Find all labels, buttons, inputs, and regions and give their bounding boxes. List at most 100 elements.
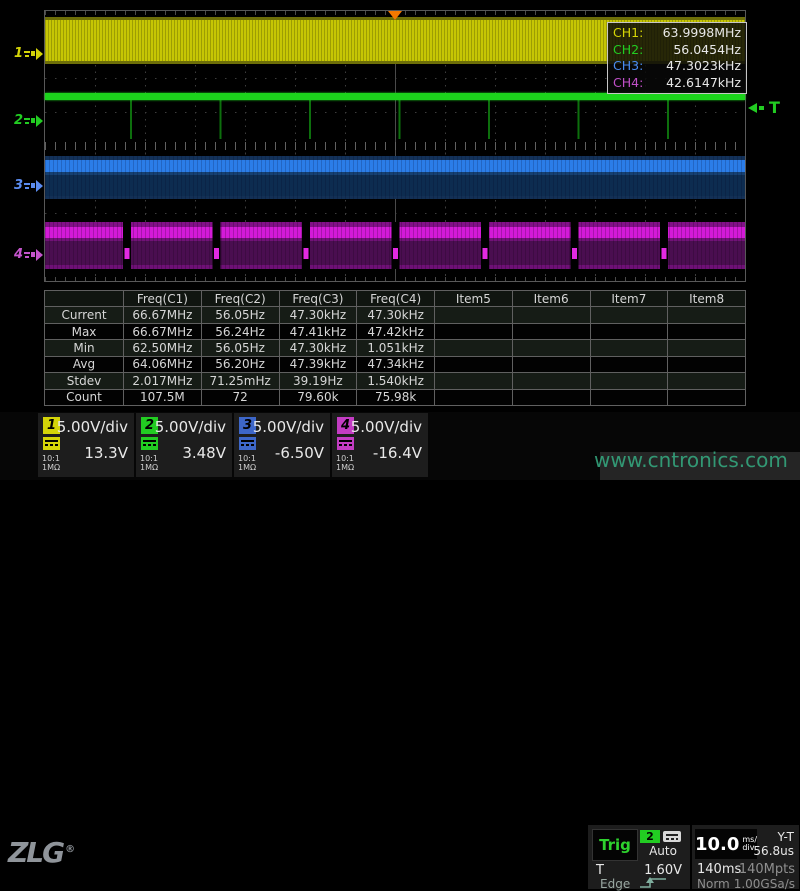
- ch4-settings-block[interactable]: 4 10:1 1MΩ 5.00V/div -16.4V: [332, 413, 428, 477]
- cell: [512, 356, 590, 372]
- header-item8: Item8: [668, 291, 746, 307]
- ch3-marker-label: 3: [14, 179, 23, 192]
- probe-impedance: 1MΩ: [336, 463, 354, 472]
- ch2-offset: 3.48V: [182, 444, 226, 462]
- measure-row: CH2: 56.0454Hz: [613, 42, 741, 59]
- memory-depth: 140Mpts: [739, 862, 795, 877]
- ch4-measure-label: CH4:: [613, 75, 643, 92]
- grid-center-ticks: [45, 142, 745, 150]
- trigger-level-prefix: T: [596, 863, 604, 878]
- cell: [512, 389, 590, 405]
- header-freq-c1: Freq(C1): [124, 291, 202, 307]
- ch2-settings-block[interactable]: 2 10:1 1MΩ 5.00V/div 3.48V: [136, 413, 232, 477]
- cell: [590, 389, 668, 405]
- cell: 56.05Hz: [201, 307, 279, 323]
- grid-bottom-ticks: [45, 277, 745, 281]
- ch4-marker-label: 4: [14, 248, 23, 261]
- ch2-scale: 5.00V/div: [155, 418, 226, 436]
- ch3-measure-label: CH3:: [613, 58, 643, 75]
- measurement-statistics-table: Freq(C1) Freq(C2) Freq(C3) Freq(C4) Item…: [44, 290, 746, 406]
- table-header-row: Freq(C1) Freq(C2) Freq(C3) Freq(C4) Item…: [45, 291, 746, 307]
- ch1-probe-info: 10:1 1MΩ: [42, 454, 60, 472]
- trigger-level-marker[interactable]: T: [748, 100, 780, 116]
- probe-impedance: 1MΩ: [42, 463, 60, 472]
- ch1-offset: 13.3V: [84, 444, 128, 462]
- table-row: Count 107.5M 72 79.60k 75.98k: [45, 389, 746, 405]
- ch2-marker-label: 2: [14, 114, 23, 127]
- horizontal-delay: 56.8us: [753, 844, 794, 858]
- ch1-ground-marker[interactable]: 1: [10, 46, 43, 61]
- table-row: Min 62.50MHz 56.05Hz 47.30kHz 1.051kHz: [45, 340, 746, 356]
- ch3-waveform: [45, 156, 745, 199]
- cell: 66.67MHz: [124, 323, 202, 339]
- trigger-source-channel[interactable]: 2: [640, 830, 660, 843]
- cell: 66.67MHz: [124, 307, 202, 323]
- header-item6: Item6: [512, 291, 590, 307]
- timebase-scale: 10.0: [695, 834, 739, 855]
- header-blank: [45, 291, 124, 307]
- ch3-settings-block[interactable]: 3 10:1 1MΩ 5.00V/div -6.50V: [234, 413, 330, 477]
- cell: 2.017MHz: [124, 373, 202, 389]
- cell: 75.98k: [357, 389, 435, 405]
- probe-impedance: 1MΩ: [140, 463, 158, 472]
- cell: [512, 373, 590, 389]
- ground-icon: [24, 251, 30, 259]
- row-label: Count: [45, 389, 124, 405]
- row-label: Min: [45, 340, 124, 356]
- cell: [590, 307, 668, 323]
- trigger-type[interactable]: Edge: [600, 877, 630, 891]
- marker-arrow-icon: [31, 252, 35, 257]
- ch3-offset: -6.50V: [275, 444, 324, 462]
- trigger-level-label: T: [769, 100, 780, 116]
- ch4-scale: 5.00V/div: [351, 418, 422, 436]
- cell: [435, 389, 513, 405]
- cell: 1.540kHz: [357, 373, 435, 389]
- trigger-position-marker[interactable]: [388, 11, 402, 20]
- logo-registered-mark: ®: [65, 844, 75, 855]
- acquire-mode: Norm: [697, 877, 730, 891]
- timebase-panel[interactable]: 10.0 ms/ div Y-T 56.8us 140ms 140Mpts No…: [692, 825, 799, 889]
- cell: [435, 323, 513, 339]
- ch4-measure-value: 42.6147kHz: [666, 75, 741, 92]
- ch3-ground-marker[interactable]: 3: [10, 178, 43, 193]
- trigger-mode[interactable]: Auto: [640, 844, 686, 858]
- measure-row: CH3: 47.3023kHz: [613, 58, 741, 75]
- marker-arrow-icon: [36, 249, 43, 261]
- ch1-settings-block[interactable]: 1 10:1 1MΩ 5.00V/div 13.3V: [38, 413, 134, 477]
- cell: [435, 356, 513, 372]
- cell: 71.25mHz: [201, 373, 279, 389]
- header-freq-c3: Freq(C3): [279, 291, 357, 307]
- ch3-measure-value: 47.3023kHz: [666, 58, 741, 75]
- cell: 72: [201, 389, 279, 405]
- ch4-waveform-gaps: [45, 222, 745, 269]
- cell: [512, 307, 590, 323]
- row-label: Avg: [45, 356, 124, 372]
- ch2-ground-marker[interactable]: 2: [10, 113, 43, 128]
- cell: [590, 340, 668, 356]
- cell: 107.5M: [124, 389, 202, 405]
- measure-row: CH1: 63.9998MHz: [613, 25, 741, 42]
- cell: 1.051kHz: [357, 340, 435, 356]
- cell: 56.05Hz: [201, 340, 279, 356]
- ground-icon: [24, 50, 30, 58]
- cell: [512, 340, 590, 356]
- cell: [668, 373, 746, 389]
- row-label: Current: [45, 307, 124, 323]
- ch2-waveform: [45, 93, 745, 100]
- trig-indicator: Trig: [592, 829, 638, 861]
- ch1-scale: 5.00V/div: [57, 418, 128, 436]
- ch2-coupling-icon: [141, 437, 158, 450]
- left-arrow-tail: [759, 106, 764, 110]
- rising-edge-icon: [638, 876, 668, 889]
- cell: 39.19Hz: [279, 373, 357, 389]
- logo-text: ZLG: [8, 836, 63, 869]
- cell: [435, 373, 513, 389]
- table-row: Stdev 2.017MHz 71.25mHz 39.19Hz 1.540kHz: [45, 373, 746, 389]
- ch4-ground-marker[interactable]: 4: [10, 247, 43, 262]
- ground-icon: [24, 117, 30, 125]
- cell: [668, 356, 746, 372]
- trigger-panel[interactable]: Trig 2 Auto T 1.60V Edge: [588, 825, 690, 889]
- ch2-measure-label: CH2:: [613, 42, 643, 59]
- timebase-scale-box[interactable]: 10.0 ms/ div: [695, 829, 757, 859]
- trigger-coupling-icon: [663, 831, 681, 842]
